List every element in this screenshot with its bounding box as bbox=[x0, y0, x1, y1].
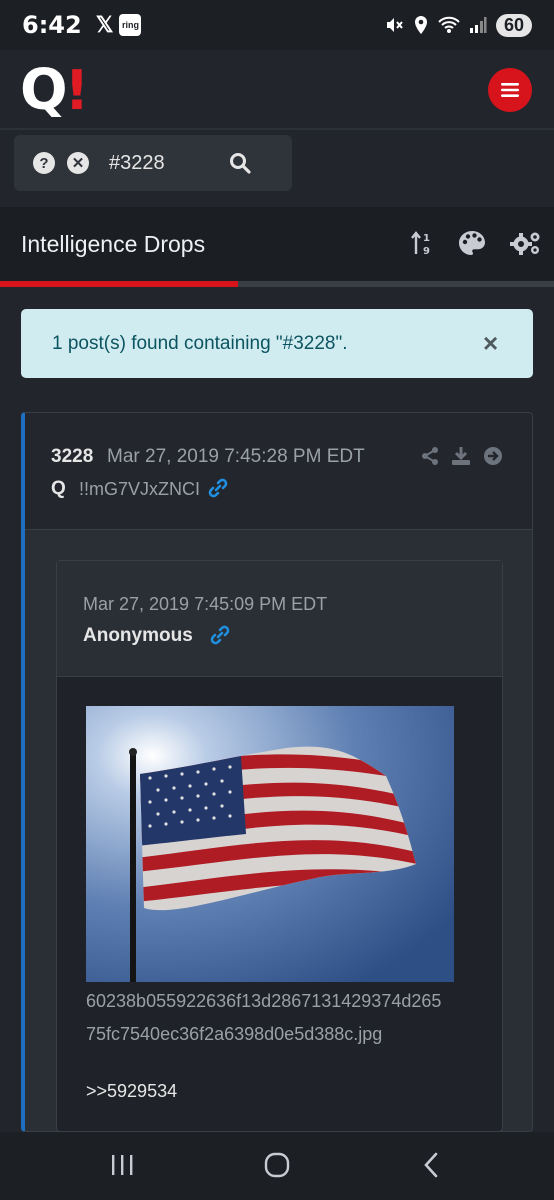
post-number[interactable]: 3228 bbox=[51, 446, 93, 468]
goto-icon[interactable] bbox=[483, 446, 503, 466]
search-input[interactable] bbox=[109, 151, 219, 175]
quoted-header: Mar 27, 2019 7:45:09 PM EDT Anonymous bbox=[57, 561, 502, 677]
wifi-icon bbox=[438, 16, 460, 33]
post-author: Q bbox=[51, 478, 66, 499]
help-icon[interactable]: ? bbox=[33, 152, 55, 174]
settings-icon[interactable] bbox=[510, 230, 542, 256]
signal-icon bbox=[469, 17, 487, 33]
post-card: 3228 Mar 27, 2019 7:45:28 PM EDT Q !!mG7… bbox=[21, 412, 533, 1132]
share-icon[interactable] bbox=[421, 446, 439, 466]
location-icon bbox=[414, 16, 427, 34]
filename-line-2[interactable]: 75fc7540ec36f2a6398d0e5d388c.jpg bbox=[86, 1024, 486, 1045]
search-icon[interactable] bbox=[229, 152, 251, 174]
menu-button[interactable] bbox=[488, 68, 532, 112]
reply-reference[interactable]: >>5929534 bbox=[86, 1081, 177, 1102]
status-bar: 6:42 𝕏 ring 60 bbox=[0, 0, 554, 50]
home-icon[interactable] bbox=[264, 1152, 290, 1178]
status-indicators: 60 bbox=[384, 13, 532, 37]
svg-text:9: 9 bbox=[423, 246, 430, 256]
svg-text:1: 1 bbox=[423, 233, 430, 244]
site-logo[interactable]: Q ! bbox=[20, 58, 90, 123]
progress-track bbox=[0, 281, 554, 287]
app-header: Q ! bbox=[0, 50, 554, 128]
filename-line-1[interactable]: 60238b055922636f13d2867131429374d265 bbox=[86, 991, 486, 1012]
results-alert: 1 post(s) found containing "#3228". × bbox=[21, 309, 533, 378]
flag-image[interactable] bbox=[86, 706, 454, 982]
clear-icon[interactable]: ✕ bbox=[67, 152, 89, 174]
app-screen: 6:42 𝕏 ring 60 Q ! ? ✕ Intelligence Drop… bbox=[0, 0, 554, 1200]
post-date: Mar 27, 2019 7:45:28 PM EDT bbox=[107, 446, 365, 467]
download-icon[interactable] bbox=[451, 446, 471, 466]
header-divider bbox=[0, 128, 554, 130]
recents-icon[interactable] bbox=[110, 1154, 134, 1176]
system-nav-bar bbox=[0, 1132, 554, 1200]
back-icon[interactable] bbox=[422, 1152, 440, 1178]
post-tripcode: !!mG7VJxZNCI bbox=[79, 479, 201, 499]
progress-fill bbox=[0, 281, 239, 287]
sort-icon[interactable]: 19 bbox=[410, 230, 434, 256]
x-app-icon: 𝕏 bbox=[95, 12, 114, 37]
logo-letter: Q bbox=[20, 58, 68, 123]
quoted-post: Mar 27, 2019 7:45:09 PM EDT Anonymous 60… bbox=[56, 560, 503, 1131]
quoted-date: Mar 27, 2019 7:45:09 PM EDT bbox=[83, 594, 328, 614]
section-toolbar: 19 bbox=[410, 230, 542, 256]
mute-icon bbox=[386, 18, 403, 32]
alert-close-button[interactable]: × bbox=[483, 330, 498, 356]
palette-icon[interactable] bbox=[458, 230, 486, 256]
section-bar: Intelligence Drops 19 bbox=[0, 207, 554, 281]
menu-icon bbox=[501, 83, 519, 97]
search-bar: ? ✕ bbox=[14, 135, 292, 191]
post-actions bbox=[421, 446, 503, 466]
link-icon[interactable] bbox=[209, 624, 231, 646]
battery-indicator: 60 bbox=[495, 13, 532, 37]
status-time: 6:42 bbox=[22, 11, 82, 39]
logo-mark: ! bbox=[64, 59, 90, 122]
post-header: 3228 Mar 27, 2019 7:45:28 PM EDT Q !!mG7… bbox=[25, 413, 532, 530]
link-icon[interactable] bbox=[207, 477, 229, 499]
alert-message: 1 post(s) found containing "#3228". bbox=[52, 333, 348, 354]
ring-app-icon: ring bbox=[119, 14, 142, 36]
quoted-author: Anonymous bbox=[83, 625, 193, 646]
section-title: Intelligence Drops bbox=[21, 231, 206, 257]
